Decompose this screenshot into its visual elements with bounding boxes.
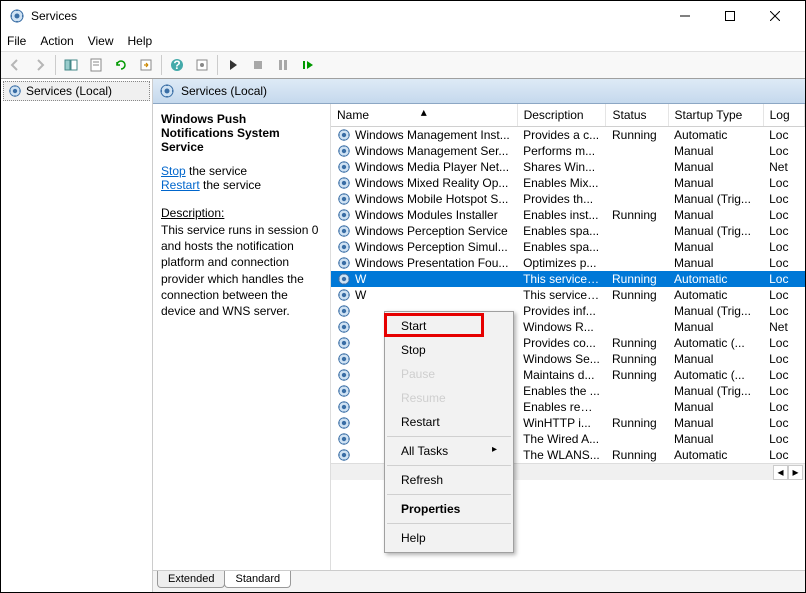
gear-icon	[337, 144, 351, 158]
start-service-button[interactable]	[221, 53, 245, 77]
gear-icon	[337, 432, 351, 446]
column-status[interactable]: Status	[606, 104, 668, 127]
table-row[interactable]: Windows Management Ser...Performs m...Ma…	[331, 143, 805, 159]
column-logon[interactable]: Log	[763, 104, 804, 127]
title-bar: Services	[1, 1, 805, 31]
export-button[interactable]	[134, 53, 158, 77]
content-header-title: Services (Local)	[181, 84, 267, 98]
table-row[interactable]: Windows Modules InstallerEnables inst...…	[331, 207, 805, 223]
gear-icon	[8, 84, 22, 98]
table-row[interactable]: Windows Media Player Net...Shares Win...…	[331, 159, 805, 175]
tree-root-services-local[interactable]: Services (Local)	[3, 81, 150, 101]
gear-icon	[337, 176, 351, 190]
window-title: Services	[31, 9, 662, 23]
gear-icon	[337, 336, 351, 350]
help-button[interactable]: ?	[165, 53, 189, 77]
context-start[interactable]: Start	[387, 314, 511, 338]
forward-button[interactable]	[28, 53, 52, 77]
toolbar-extra-button[interactable]	[190, 53, 214, 77]
menu-view[interactable]: View	[88, 34, 114, 48]
context-stop[interactable]: Stop	[387, 338, 511, 362]
app-icon	[9, 8, 25, 24]
sort-indicator-icon: ▴	[421, 105, 427, 119]
context-help[interactable]: Help	[387, 526, 511, 550]
close-button[interactable]	[752, 2, 797, 30]
context-menu: Start Stop Pause Resume Restart All Task…	[384, 311, 514, 553]
gear-icon	[337, 288, 351, 302]
table-row[interactable]: Windows Mixed Reality Op...Enables Mix..…	[331, 175, 805, 191]
column-name[interactable]: Name▴	[331, 104, 517, 127]
toolbar: ?	[1, 51, 805, 79]
refresh-button[interactable]	[109, 53, 133, 77]
menu-help[interactable]: Help	[128, 34, 153, 48]
column-description[interactable]: Description	[517, 104, 606, 127]
context-all-tasks[interactable]: All Tasks	[387, 439, 511, 463]
gear-icon	[337, 448, 351, 462]
maximize-button[interactable]	[707, 2, 752, 30]
minimize-button[interactable]	[662, 2, 707, 30]
properties-button[interactable]	[84, 53, 108, 77]
scroll-right-icon[interactable]: ▸	[788, 465, 803, 480]
view-tabs: Extended Standard	[153, 570, 805, 592]
table-row[interactable]: Windows Mobile Hotspot S...Provides th..…	[331, 191, 805, 207]
gear-icon	[337, 128, 351, 142]
menu-bar: File Action View Help	[1, 31, 805, 51]
menu-file[interactable]: File	[7, 34, 26, 48]
context-resume: Resume	[387, 386, 511, 410]
stop-service-link[interactable]: Stop	[161, 164, 186, 178]
tab-extended[interactable]: Extended	[157, 571, 225, 588]
gear-icon	[337, 272, 351, 286]
svg-text:?: ?	[173, 58, 180, 72]
restart-service-button[interactable]	[296, 53, 320, 77]
context-properties[interactable]: Properties	[387, 497, 511, 521]
gear-icon	[337, 352, 351, 366]
table-row[interactable]: Windows Perception ServiceEnables spa...…	[331, 223, 805, 239]
gear-icon	[337, 256, 351, 270]
table-row[interactable]: Windows Management Inst...Provides a c..…	[331, 127, 805, 144]
context-refresh[interactable]: Refresh	[387, 468, 511, 492]
gear-icon	[337, 368, 351, 382]
gear-icon	[337, 416, 351, 430]
context-pause: Pause	[387, 362, 511, 386]
tree-pane: Services (Local)	[1, 79, 153, 592]
tab-standard[interactable]: Standard	[224, 571, 291, 588]
gear-icon	[337, 304, 351, 318]
menu-action[interactable]: Action	[40, 34, 73, 48]
pause-service-button[interactable]	[271, 53, 295, 77]
gear-icon	[337, 400, 351, 414]
gear-icon	[337, 160, 351, 174]
table-row[interactable]: Windows Perception Simul...Enables spa..…	[331, 239, 805, 255]
show-hide-tree-button[interactable]	[59, 53, 83, 77]
detail-panel: Windows Push Notifications System Servic…	[153, 104, 331, 570]
table-row[interactable]: WThis service ...RunningAutomaticLoc	[331, 287, 805, 303]
description-body: This service runs in session 0 and hosts…	[161, 222, 322, 319]
selected-service-name: Windows Push Notifications System Servic…	[161, 112, 322, 154]
description-label: Description:	[161, 206, 322, 220]
gear-icon	[337, 208, 351, 222]
stop-service-button[interactable]	[246, 53, 270, 77]
gear-icon	[337, 320, 351, 334]
content-header: Services (Local)	[153, 79, 805, 104]
table-row[interactable]: Windows Presentation Fou...Optimizes p..…	[331, 255, 805, 271]
gear-icon	[337, 192, 351, 206]
scroll-left-icon[interactable]: ◂	[773, 465, 788, 480]
gear-icon	[337, 224, 351, 238]
context-restart[interactable]: Restart	[387, 410, 511, 434]
table-row[interactable]: WThis service ...RunningAutomaticLoc	[331, 271, 805, 287]
restart-service-link[interactable]: Restart	[161, 178, 200, 192]
tree-root-label: Services (Local)	[26, 84, 112, 98]
gear-icon	[337, 240, 351, 254]
gear-icon	[159, 83, 175, 99]
back-button[interactable]	[3, 53, 27, 77]
column-startup-type[interactable]: Startup Type	[668, 104, 763, 127]
gear-icon	[337, 384, 351, 398]
